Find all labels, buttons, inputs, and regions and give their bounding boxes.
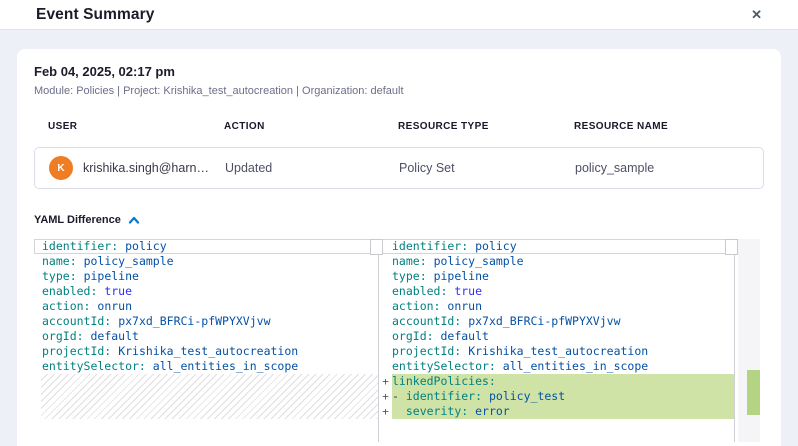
added-line-marker xyxy=(379,284,392,299)
column-header-action: ACTION xyxy=(224,121,398,132)
code-line: orgId: default xyxy=(34,329,378,344)
added-line-marker xyxy=(379,254,392,269)
added-line-marker: + xyxy=(379,389,392,404)
code-line: action: onrun xyxy=(379,299,734,314)
code-line: name: policy_sample xyxy=(379,254,734,269)
added-line-marker xyxy=(379,329,392,344)
column-header-resource-type: RESOURCE TYPE xyxy=(398,121,574,132)
added-line-marker xyxy=(379,314,392,329)
code-line: accountId: px7xd_BFRCi-pfWPYXVjvw xyxy=(34,314,378,329)
code-line: type: pipeline xyxy=(34,269,378,284)
event-meta: Module: Policies | Project: Krishika_tes… xyxy=(34,85,764,97)
code-line: identifier: policy xyxy=(379,239,734,254)
user-email: krishika.singh@harne... xyxy=(83,161,211,175)
code-line: entitySelector: all_entities_in_scope xyxy=(379,359,734,374)
resource-name-cell: policy_sample xyxy=(575,161,763,175)
collapsed-region-placeholder xyxy=(41,374,378,419)
yaml-difference-toggle[interactable]: YAML Difference xyxy=(34,214,140,226)
code-line: orgId: default xyxy=(379,329,734,344)
overview-added-marker xyxy=(747,370,760,415)
added-line-marker xyxy=(379,299,392,314)
code-line: name: policy_sample xyxy=(34,254,378,269)
yaml-difference-label: YAML Difference xyxy=(34,214,121,226)
code-line: accountId: px7xd_BFRCi-pfWPYXVjvw xyxy=(379,314,734,329)
yaml-diff-viewer: identifier: policyname: policy_sampletyp… xyxy=(34,239,760,442)
code-line: type: pipeline xyxy=(379,269,734,284)
added-line-marker xyxy=(379,269,392,284)
close-button[interactable]: ✕ xyxy=(749,6,764,23)
dialog-header: Event Summary ✕ xyxy=(0,0,798,30)
added-line-marker: + xyxy=(379,404,392,419)
event-timestamp: Feb 04, 2025, 02:17 pm xyxy=(34,64,764,79)
column-header-user: USER xyxy=(48,121,224,132)
code-line: projectId: Krishika_test_autocreation xyxy=(379,344,734,359)
added-line-marker xyxy=(379,344,392,359)
event-card: Feb 04, 2025, 02:17 pm Module: Policies … xyxy=(17,49,781,446)
code-line-added: + severity: error xyxy=(379,404,734,419)
resource-type-cell: Policy Set xyxy=(399,161,575,175)
left-pane-scrollbar-box xyxy=(370,239,383,255)
dialog-body: Feb 04, 2025, 02:17 pm Module: Policies … xyxy=(0,30,798,446)
diff-overview-ruler[interactable] xyxy=(738,239,760,442)
code-line: enabled: true xyxy=(379,284,734,299)
code-line-added: +linkedPolicies: xyxy=(379,374,734,389)
diff-right-pane[interactable]: identifier: policyname: policy_sampletyp… xyxy=(379,239,735,442)
added-line-marker xyxy=(379,359,392,374)
code-line: entitySelector: all_entities_in_scope xyxy=(34,359,378,374)
code-line: enabled: true xyxy=(34,284,378,299)
code-line: projectId: Krishika_test_autocreation xyxy=(34,344,378,359)
right-pane-scrollbar-box xyxy=(725,239,738,255)
action-cell: Updated xyxy=(225,161,399,175)
code-line: action: onrun xyxy=(34,299,378,314)
table-header: USER ACTION RESOURCE TYPE RESOURCE NAME xyxy=(34,121,764,132)
column-header-resource-name: RESOURCE NAME xyxy=(574,121,764,132)
diff-left-pane[interactable]: identifier: policyname: policy_sampletyp… xyxy=(34,239,379,442)
avatar: K xyxy=(49,156,73,180)
table-row: K krishika.singh@harne... Updated Policy… xyxy=(34,147,764,189)
added-line-marker: + xyxy=(379,374,392,389)
chevron-up-icon xyxy=(128,216,140,224)
code-line-added: +- identifier: policy_test xyxy=(379,389,734,404)
code-line: identifier: policy xyxy=(34,239,378,254)
user-cell: K krishika.singh@harne... xyxy=(49,156,225,180)
page-title: Event Summary xyxy=(36,6,154,24)
